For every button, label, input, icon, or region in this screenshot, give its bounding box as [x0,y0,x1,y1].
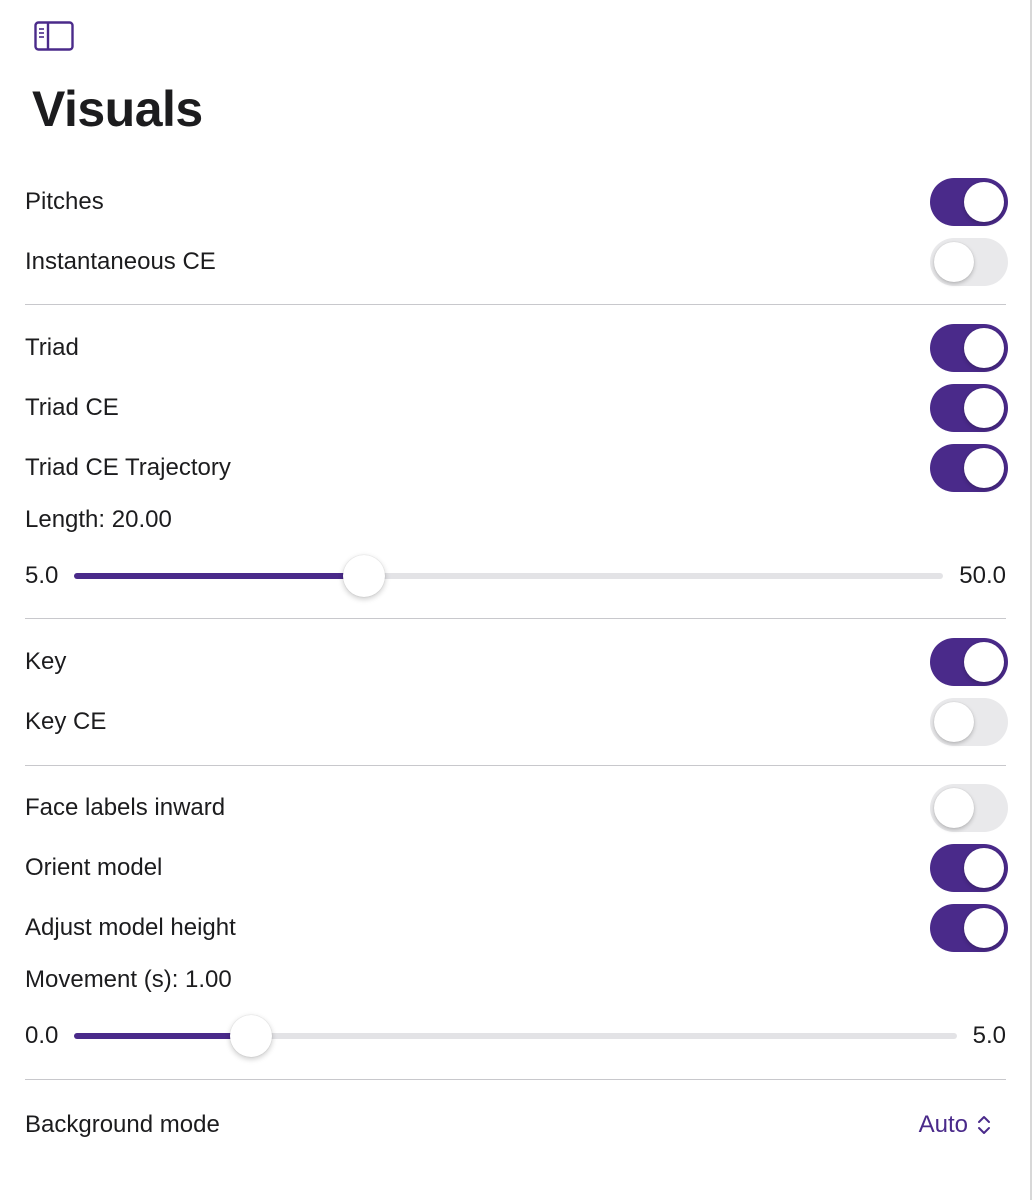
toggle-knob [934,702,974,742]
background-mode-label: Background mode [25,1111,220,1138]
toggle-knob [964,642,1004,682]
section-divider [25,618,1006,619]
instantaneous-ce-toggle[interactable] [930,238,1008,286]
instantaneous-ce-row: Instantaneous CE [25,237,1008,287]
pitches-row: Pitches [25,177,1008,227]
page-title: Visuals [32,81,203,137]
sidebar-left-icon[interactable] [34,21,74,51]
toggle-knob [934,788,974,828]
visuals-settings-panel: Visuals Pitches Instantaneous CE Triad T… [0,0,1032,1200]
section-divider [25,765,1006,766]
toggle-knob [964,328,1004,368]
movement-max-label: 5.0 [972,1022,1006,1049]
movement-slider-row: 0.0 5.0 [25,1015,1006,1057]
instantaneous-ce-label: Instantaneous CE [25,248,216,275]
toggle-knob [964,388,1004,428]
toggle-knob [964,848,1004,888]
face-labels-inward-row: Face labels inward [25,783,1008,833]
length-slider-row: 5.0 50.0 [25,555,1006,597]
background-mode-value: Auto [918,1111,968,1138]
slider-thumb[interactable] [343,555,385,597]
movement-caption: Movement (s): 1.00 [25,966,232,993]
orient-model-row: Orient model [25,843,1008,893]
triad-row: Triad [25,323,1008,373]
triad-ce-row: Triad CE [25,383,1008,433]
slider-fill [74,573,364,579]
toggle-knob [964,182,1004,222]
orient-model-toggle[interactable] [930,844,1008,892]
section-divider [25,304,1006,305]
background-mode-row: Background mode Auto [25,1100,1008,1150]
key-ce-label: Key CE [25,708,107,735]
toggle-knob [934,242,974,282]
triad-ce-label: Triad CE [25,394,119,421]
adjust-model-height-label: Adjust model height [25,914,236,941]
pitches-toggle[interactable] [930,178,1008,226]
length-caption: Length: 20.00 [25,506,172,533]
key-label: Key [25,648,67,675]
triad-ce-trajectory-row: Triad CE Trajectory [25,443,1008,493]
triad-ce-trajectory-label: Triad CE Trajectory [25,454,231,481]
length-min-label: 5.0 [25,562,59,589]
key-toggle[interactable] [930,638,1008,686]
toggle-knob [964,908,1004,948]
orient-model-label: Orient model [25,854,163,881]
toggle-knob [964,448,1004,488]
chevron-up-down-icon [976,1114,992,1136]
triad-toggle[interactable] [930,324,1008,372]
key-row: Key [25,637,1008,687]
triad-label: Triad [25,334,79,361]
key-ce-toggle[interactable] [930,698,1008,746]
slider-fill [74,1033,251,1039]
adjust-model-height-toggle[interactable] [930,904,1008,952]
adjust-model-height-row: Adjust model height [25,903,1008,953]
movement-min-label: 0.0 [25,1022,59,1049]
face-labels-inward-toggle[interactable] [930,784,1008,832]
triad-ce-trajectory-toggle[interactable] [930,444,1008,492]
length-slider[interactable] [74,555,944,597]
movement-slider[interactable] [74,1015,957,1057]
face-labels-inward-label: Face labels inward [25,794,226,821]
pitches-label: Pitches [25,188,104,215]
slider-thumb[interactable] [229,1015,272,1057]
background-mode-picker[interactable]: Auto [919,1111,992,1139]
triad-ce-toggle[interactable] [930,384,1008,432]
key-ce-row: Key CE [25,697,1008,747]
section-divider [25,1079,1006,1080]
length-max-label: 50.0 [959,562,1006,589]
